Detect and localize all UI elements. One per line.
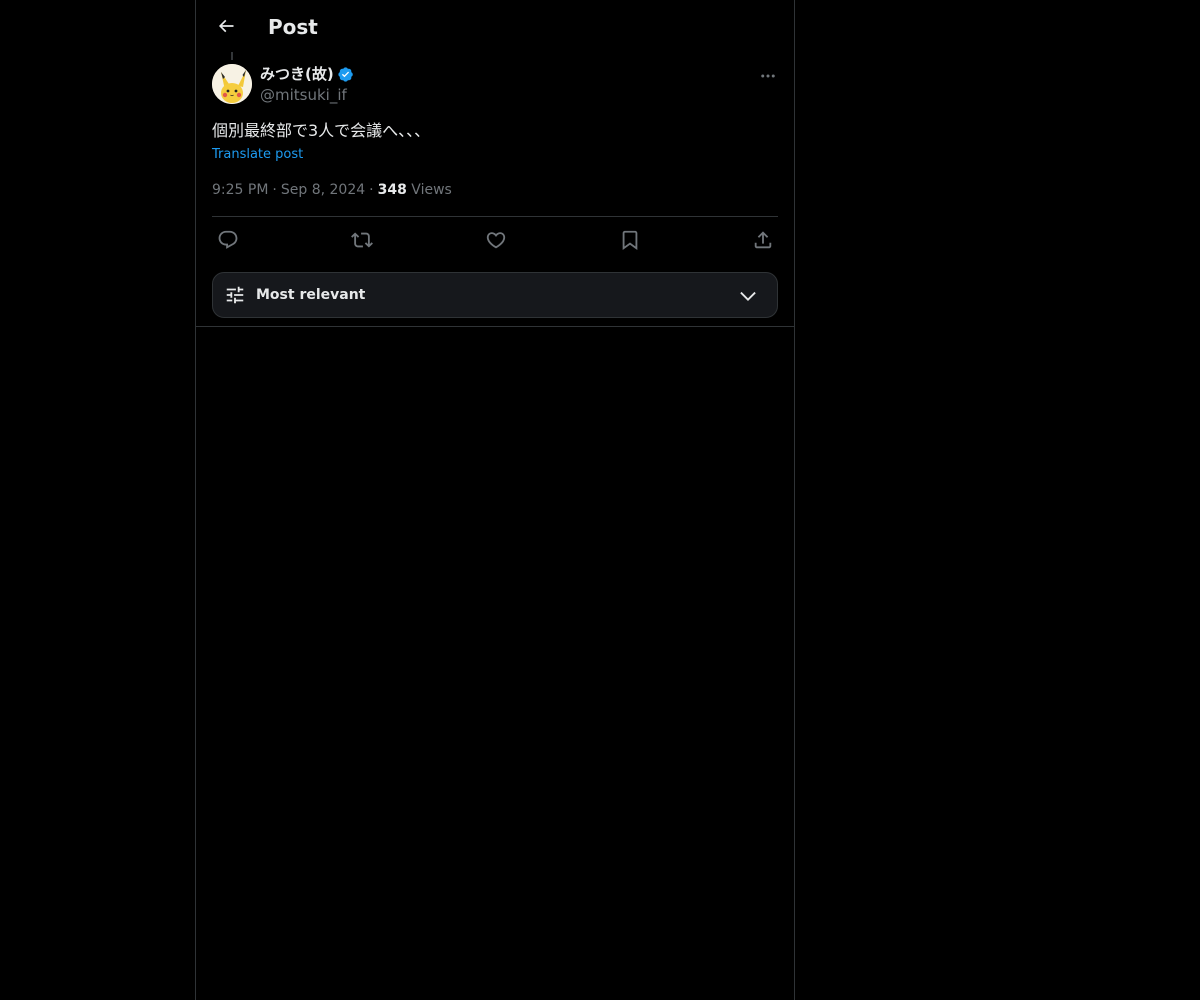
sort-label: Most relevant [256,287,366,303]
author-name[interactable]: みつき(故) [260,64,354,84]
views-label: Views [411,182,452,198]
views-count: 348 [377,182,407,198]
sliders-icon [226,286,244,304]
back-button[interactable] [208,8,244,44]
post-time[interactable]: 9:25 PM [212,182,268,198]
post-header: Post [196,0,794,53]
post-metadata: 9:25 PM · Sep 8, 2024 · 348 Views [212,180,452,200]
divider [212,216,778,217]
share-icon [754,231,772,249]
replies-sort-dropdown[interactable]: Most relevant [212,272,778,318]
more-horizontal-icon [761,74,775,78]
more-options-button[interactable] [752,62,784,90]
separator-dot: · [272,182,277,198]
chevron-down-icon [740,291,756,301]
reply-button[interactable] [211,228,245,252]
verified-badge-icon [338,66,353,82]
post-date[interactable]: Sep 8, 2024 [281,182,365,198]
repost-icon [351,232,373,248]
post-text: 個別最終部で3人で会議へ、、、 [212,121,431,140]
separator-dot: · [369,182,374,198]
translate-post-link[interactable]: Translate post [212,145,303,165]
reply-icon [218,230,238,249]
bookmark-button[interactable] [613,228,647,252]
primary-column: Post みつき(故) @mitsuki_if 個別最終部で3人で会議へ、、、 … [195,0,795,1000]
bookmark-icon [622,230,638,251]
author-name-text: みつき(故) [260,65,334,83]
like-button[interactable] [479,228,513,252]
heart-icon [486,232,506,249]
avatar[interactable] [212,64,252,104]
section-divider [196,326,794,327]
pikachu-avatar-icon [212,64,252,104]
author-handle[interactable]: @mitsuki_if [260,85,347,105]
thread-connector-line [231,52,233,60]
arrow-left-icon [218,19,234,33]
page-title: Post [268,15,318,39]
repost-button[interactable] [345,228,379,252]
share-button[interactable] [746,228,780,252]
